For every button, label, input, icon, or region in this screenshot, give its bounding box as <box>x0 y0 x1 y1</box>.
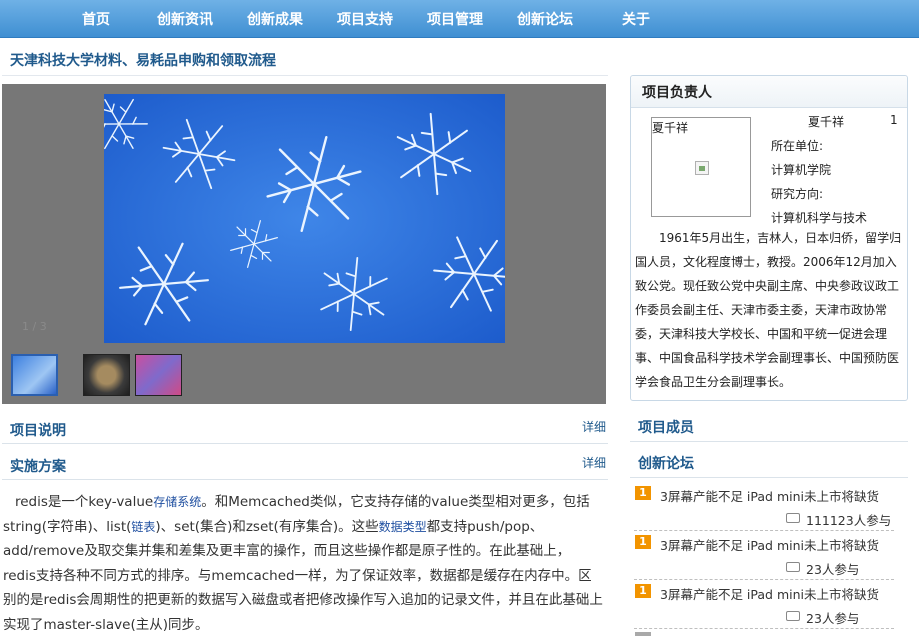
nav-about[interactable]: 关于 <box>622 9 650 29</box>
top-navbar: 首页 创新资讯 创新成果 项目支持 项目管理 创新论坛 关于 <box>0 0 919 38</box>
body-text-part: redis是一个key-value <box>15 494 154 510</box>
nav-home[interactable]: 首页 <box>82 9 110 29</box>
nav-project-management[interactable]: 项目管理 <box>427 9 483 29</box>
nav-innovation-forum[interactable]: 创新论坛 <box>517 9 573 29</box>
body-text-part: 都支持push/pop、add/remove及取交集并集和差集及更丰富的操作，而… <box>3 518 603 633</box>
section-plan-title: 实施方案 <box>10 459 66 475</box>
forum-topic-link[interactable]: 3屏幕产能不足 iPad mini未上市将缺货 <box>660 584 879 603</box>
slider-main-photo[interactable] <box>104 94 505 343</box>
title-divider <box>2 75 608 76</box>
leader-photo-alt: 夏千祥 <box>652 121 689 135</box>
thumbnail-cube[interactable] <box>83 354 130 396</box>
leader-unit-label: 所在单位: <box>771 139 824 153</box>
plan-divider <box>2 479 608 480</box>
thumbnail-frost[interactable] <box>11 354 58 396</box>
comment-icon <box>786 611 800 621</box>
forum-participant-count: 23人参与 <box>806 562 860 577</box>
forum-rank-badge: 1 <box>635 486 651 500</box>
forum-separator <box>634 579 894 580</box>
forum-separator <box>634 530 894 531</box>
members-title[interactable]: 项目成员 <box>638 417 694 437</box>
leader-field-label: 研究方向: <box>771 187 824 201</box>
members-divider <box>630 441 908 442</box>
forum-separator <box>634 628 894 629</box>
storage-system-link[interactable]: 存储系统 <box>153 495 201 509</box>
slide-counter: 1 / 3 <box>22 320 47 333</box>
leader-bio: 1961年5月出生，吉林人，日本归侨，留学归国人员，文化程度博士，教授。2006… <box>635 231 902 389</box>
forum-topic-link[interactable]: 3屏幕产能不足 iPad mini未上市将缺货 <box>660 486 879 505</box>
section-description-title: 项目说明 <box>10 423 66 439</box>
plan-body-text: redis是一个key-value存储系统。和Memcached类似，它支持存储… <box>3 490 603 636</box>
leader-panel-title: 项目负责人 <box>642 85 712 101</box>
thumbnail-abstract[interactable] <box>135 354 182 396</box>
image-slider: 1 / 3 <box>2 84 606 404</box>
frost-crystal-image <box>104 94 505 343</box>
forum-participant-count: 23人参与 <box>806 611 860 626</box>
nav-innovation-news[interactable]: 创新资讯 <box>157 9 213 29</box>
linked-list-link[interactable]: 链表 <box>131 520 155 534</box>
leader-unit: 计算机学院 <box>771 163 832 177</box>
description-divider <box>2 443 608 444</box>
leader-index: 1 <box>890 113 898 127</box>
data-types-link[interactable]: 数据类型 <box>379 520 427 534</box>
comment-icon <box>786 513 800 523</box>
forum-topic-link[interactable]: 3屏幕产能不足 iPad mini未上市将缺货 <box>660 535 879 554</box>
plan-more-link[interactable]: 详细 <box>582 454 606 471</box>
description-more-link[interactable]: 详细 <box>582 418 606 435</box>
forum-title[interactable]: 创新论坛 <box>638 453 694 473</box>
leader-panel-header: 项目负责人 <box>631 76 907 108</box>
project-leader-panel: 项目负责人 夏千祥 夏千祥 1 所在单位: 计算机学院 研究方向: 计算机科学与… <box>630 75 908 401</box>
forum-divider <box>630 477 908 478</box>
forum-rank-badge: 1 <box>635 535 651 549</box>
leader-field: 计算机科学与技术 <box>771 211 868 225</box>
nav-project-support[interactable]: 项目支持 <box>337 9 393 29</box>
body-text-part: )、set(集合)和zset(有序集合)。这些 <box>155 518 379 535</box>
forum-participant-count: 111123人参与 <box>806 513 892 528</box>
leader-photo: 夏千祥 <box>651 117 751 217</box>
nav-innovation-results[interactable]: 创新成果 <box>247 9 303 29</box>
page-title: 天津科技大学材料、易耗品申购和领取流程 <box>10 53 276 69</box>
leader-name: 夏千祥 <box>808 115 845 129</box>
comment-icon <box>786 562 800 572</box>
forum-rank-badge-cutoff <box>635 632 651 636</box>
forum-rank-badge: 1 <box>635 584 651 598</box>
broken-image-icon <box>695 161 709 175</box>
